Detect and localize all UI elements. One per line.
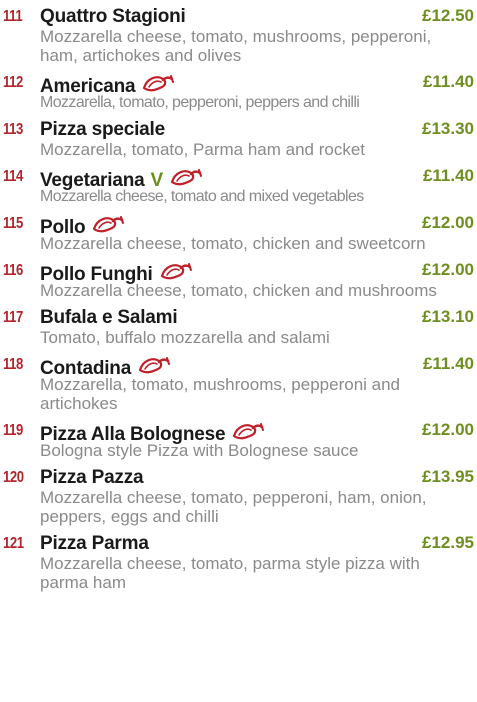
item-price: £12.00 — [422, 260, 474, 279]
item-number: 116 — [3, 262, 23, 279]
item-header: Pizza Pazza £13.95 — [40, 467, 477, 488]
item-number: 117 — [3, 309, 23, 326]
chilli-icon — [141, 74, 175, 94]
item-description: Mozzarella cheese, tomato, parma style p… — [40, 554, 420, 592]
item-price: £12.00 — [422, 213, 474, 232]
item-number: 115 — [3, 215, 23, 232]
item-price: £12.50 — [422, 6, 474, 25]
item-name: Pollo — [40, 217, 86, 238]
item-header: Pizza Alla Bolognese £12.00 — [40, 420, 477, 445]
menu-item: 119 Pizza Alla Bolognese £12.00 Bologna … — [0, 420, 477, 460]
chilli-icon — [169, 168, 203, 188]
item-description: Tomato, buffalo mozzarella and salami — [40, 328, 330, 347]
item-name: Pizza Alla Bolognese — [40, 424, 226, 445]
chilli-icon — [91, 215, 125, 235]
chilli-icon — [159, 262, 193, 282]
item-name: Bufala e Salami — [40, 307, 178, 328]
menu-item: 116 Pollo Funghi £12.00 Mozzarella chees… — [0, 260, 477, 300]
item-description: Mozzarella cheese, tomato, pepperoni, ha… — [40, 488, 427, 526]
item-description: Mozzarella cheese, tomato, chicken and s… — [40, 234, 426, 253]
item-number: 118 — [3, 356, 23, 373]
item-description: Mozzarella, tomato, Parma ham and rocket — [40, 140, 366, 159]
item-number: 119 — [3, 422, 23, 439]
item-description: Mozzarella, tomato, mushrooms, pepperoni… — [40, 375, 401, 413]
item-name: Pizza Parma — [40, 533, 149, 554]
chilli-icon — [231, 422, 265, 442]
menu-item: 115 Pollo £12.00 Mozzarella cheese, toma… — [0, 213, 477, 253]
item-price: £11.40 — [422, 354, 474, 373]
item-name: Quattro Stagioni — [40, 6, 186, 27]
menu-item: 121 Pizza Parma £12.95 Mozzarella cheese… — [0, 533, 477, 592]
item-header: Pizza speciale £13.30 — [40, 119, 477, 140]
item-price: £11.40 — [422, 166, 474, 185]
item-name: Pizza speciale — [40, 119, 165, 140]
item-header: Pollo Funghi £12.00 — [40, 260, 477, 285]
item-header: Contadina £11.40 — [40, 354, 477, 379]
item-number: 121 — [3, 535, 24, 552]
menu-item: 113 Pizza speciale £13.30 Mozzarella, to… — [0, 119, 477, 159]
item-price: £12.95 — [422, 533, 474, 552]
item-name: Pollo Funghi — [40, 264, 153, 285]
item-number: 114 — [3, 168, 23, 185]
item-header: Bufala e Salami £13.10 — [40, 307, 477, 328]
item-price: £12.00 — [422, 420, 474, 439]
item-number: 112 — [3, 74, 23, 91]
item-name: Vegetariana — [40, 170, 145, 191]
menu-item: 120 Pizza Pazza £13.95 Mozzarella cheese… — [0, 467, 477, 526]
menu-item: 114 Vegetariana V £11.40 Mozzarella chee… — [0, 166, 477, 206]
item-price: £11.40 — [422, 72, 474, 91]
item-price: £13.10 — [422, 307, 474, 326]
menu-item: 118 Contadina £11.40 Mozzarella, tomato,… — [0, 354, 477, 413]
item-header: Americana £11.40 — [40, 72, 477, 97]
pizza-menu: 111 Quattro Stagioni £12.50 Mozzarella c… — [0, 0, 477, 592]
item-number: 113 — [3, 121, 23, 138]
menu-item: 112 Americana £11.40 Mozzarella, tomato,… — [0, 72, 477, 112]
vegetarian-badge: V — [150, 170, 164, 191]
item-number: 111 — [3, 8, 23, 25]
item-name: Americana — [40, 76, 136, 97]
item-header: Quattro Stagioni £12.50 — [40, 6, 477, 27]
item-header: Vegetariana V £11.40 — [40, 166, 477, 191]
item-header: Pizza Parma £12.95 — [40, 533, 477, 554]
item-price: £13.95 — [422, 467, 474, 486]
chilli-icon — [137, 356, 171, 376]
menu-item: 117 Bufala e Salami £13.10 Tomato, buffa… — [0, 307, 477, 347]
item-price: £13.30 — [422, 119, 474, 138]
item-number: 120 — [3, 469, 24, 486]
item-name: Contadina — [40, 358, 132, 379]
item-name: Pizza Pazza — [40, 467, 144, 488]
item-header: Pollo £12.00 — [40, 213, 477, 238]
item-description: Mozzarella cheese, tomato, mushrooms, pe… — [40, 27, 432, 65]
menu-item: 111 Quattro Stagioni £12.50 Mozzarella c… — [0, 6, 477, 65]
